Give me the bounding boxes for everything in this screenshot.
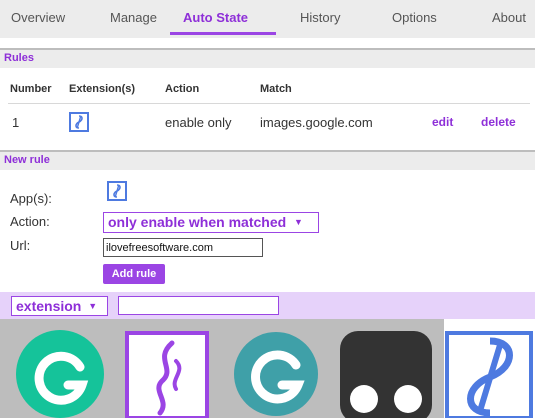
swirl-purple-icon[interactable] bbox=[124, 319, 210, 418]
action-select-value: only enable when matched bbox=[108, 214, 287, 230]
filter-type-value: extension bbox=[16, 298, 82, 314]
url-label: Url: bbox=[10, 238, 31, 253]
table-divider bbox=[8, 103, 530, 104]
filter-search-input[interactable] bbox=[118, 296, 279, 315]
new-rule-title: New rule bbox=[4, 154, 50, 166]
new-rule-section-header: New rule bbox=[0, 150, 535, 170]
column-action: Action bbox=[165, 83, 200, 95]
column-number: Number bbox=[10, 83, 52, 95]
tab-options[interactable]: Options bbox=[392, 10, 437, 25]
action-label: Action: bbox=[10, 214, 50, 229]
url-input[interactable] bbox=[103, 238, 263, 257]
app-icon[interactable] bbox=[107, 181, 127, 201]
chevron-down-icon: ▼ bbox=[88, 301, 98, 311]
column-extensions: Extension(s) bbox=[69, 83, 136, 95]
delete-link[interactable]: delete bbox=[481, 115, 516, 129]
app-icon bbox=[69, 112, 89, 132]
rule-action: enable only bbox=[165, 115, 232, 130]
tab-manage[interactable]: Manage bbox=[110, 10, 157, 25]
app-icon[interactable] bbox=[444, 319, 535, 418]
tampermonkey-icon[interactable] bbox=[338, 319, 434, 418]
active-tab-indicator bbox=[170, 32, 276, 35]
tab-auto-state[interactable]: Auto State bbox=[183, 10, 248, 25]
add-rule-button[interactable]: Add rule bbox=[103, 264, 165, 284]
action-select[interactable]: only enable when matched ▼ bbox=[103, 212, 319, 233]
rules-section-header: Rules bbox=[0, 48, 535, 68]
edit-link[interactable]: edit bbox=[432, 115, 453, 129]
filter-type-select[interactable]: extension ▼ bbox=[11, 296, 108, 316]
top-nav: Overview Manage Auto State History Optio… bbox=[0, 0, 535, 38]
filter-bar: extension ▼ bbox=[0, 292, 535, 319]
g-teal-icon[interactable] bbox=[228, 319, 324, 418]
apps-label: App(s): bbox=[10, 191, 52, 206]
rule-number: 1 bbox=[12, 115, 20, 130]
chevron-down-icon: ▼ bbox=[294, 217, 303, 227]
tab-overview[interactable]: Overview bbox=[11, 10, 65, 25]
column-match: Match bbox=[260, 83, 292, 95]
rules-title: Rules bbox=[4, 52, 34, 64]
tab-about[interactable]: About bbox=[492, 10, 526, 25]
extension-gallery bbox=[0, 319, 535, 418]
rule-match: images.google.com bbox=[260, 115, 373, 130]
grammarly-green-icon[interactable] bbox=[10, 319, 110, 418]
tab-history[interactable]: History bbox=[300, 10, 340, 25]
